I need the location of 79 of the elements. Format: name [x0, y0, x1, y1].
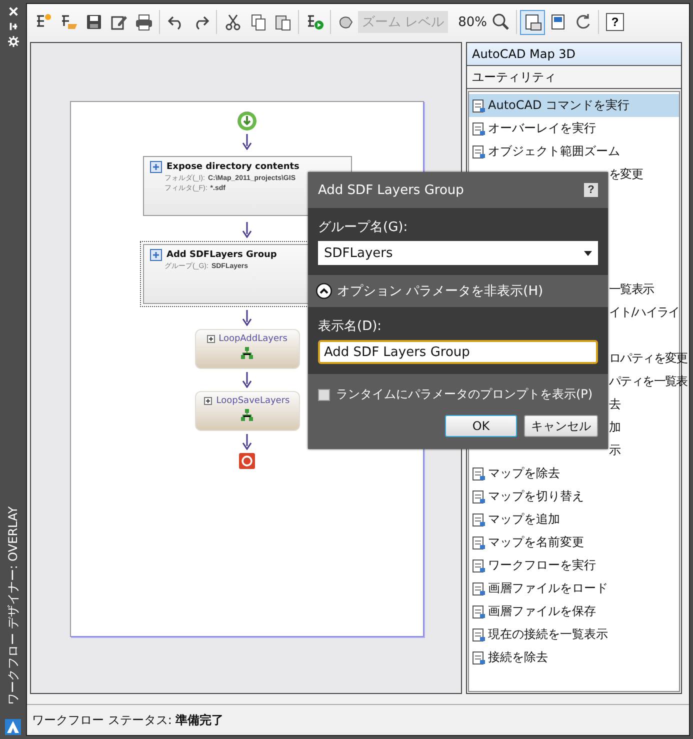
- activity-item[interactable]: 画層ファイルを保存: [469, 600, 679, 623]
- pin-icon[interactable]: [8, 21, 18, 32]
- activity-item[interactable]: マップを除去: [469, 462, 679, 485]
- activity-item[interactable]: オーバーレイを実行: [469, 117, 679, 140]
- document-icon: [472, 144, 486, 158]
- category-header[interactable]: ユーティリティ: [467, 66, 681, 89]
- loop-title: LoopSaveLayers: [216, 396, 290, 406]
- status-text: ワークフロー ステータス: 準備完了: [32, 712, 224, 728]
- open-icon: [60, 13, 78, 31]
- activity-item[interactable]: 画層ファイルをロード: [469, 577, 679, 600]
- settings-icon[interactable]: [8, 36, 18, 47]
- flow-arrow: [242, 372, 252, 388]
- chevron-icon: [316, 283, 332, 299]
- document-icon: [472, 604, 486, 618]
- activity-item[interactable]: 接続を除去: [469, 646, 679, 669]
- activity-item[interactable]: マップを追加: [469, 508, 679, 531]
- activity-item[interactable]: 現在の接続を一覧表示: [469, 623, 679, 646]
- refresh-icon: [574, 13, 592, 31]
- help-button[interactable]: ?: [606, 13, 624, 31]
- document-icon: [472, 466, 486, 480]
- activity-title: Expose directory contents: [166, 162, 300, 172]
- expand-icon[interactable]: [204, 397, 212, 405]
- activity-title: Add SDFLayers Group: [166, 250, 277, 260]
- ok-button[interactable]: OK: [445, 415, 517, 437]
- group-dropdown[interactable]: SDFLayers: [318, 241, 598, 265]
- close-icon[interactable]: [8, 6, 18, 17]
- prompt-checkbox[interactable]: [318, 388, 330, 400]
- activity-icon: [150, 249, 162, 261]
- zoom-value: 80%: [458, 14, 488, 30]
- panel-icon: [548, 13, 567, 31]
- document-icon: [472, 536, 486, 550]
- document-icon: [472, 582, 486, 596]
- start-node-icon[interactable]: [237, 111, 257, 131]
- display-name-field[interactable]: Add SDF Layers Group: [318, 340, 598, 364]
- document-icon: [472, 98, 486, 112]
- zoom-icon[interactable]: [492, 13, 510, 31]
- canvas-icon: [524, 13, 542, 31]
- canvas-view-button[interactable]: [520, 10, 546, 34]
- caret-icon: [584, 250, 592, 256]
- options-toggle[interactable]: オプション パラメータを非表示(H): [308, 275, 608, 307]
- checkbox-label: ランタイムにパラメータのプロンプトを表示(P): [336, 386, 593, 403]
- print-icon: [134, 13, 152, 31]
- flow-arrow: [242, 222, 252, 238]
- paste-icon: [274, 13, 292, 31]
- panel-title: ワークフロー デザイナー: OVERLAY: [5, 506, 21, 705]
- document-icon: [472, 122, 486, 136]
- category-header[interactable]: AutoCAD Map 3D: [467, 43, 681, 66]
- flow-arrow: [242, 434, 252, 450]
- loop-node[interactable]: LoopSaveLayers: [194, 391, 300, 431]
- field-label: グループ名(G):: [318, 219, 409, 236]
- activity-item[interactable]: ワークフローを実行: [469, 554, 679, 577]
- activity-item[interactable]: マップを名前変更: [469, 531, 679, 554]
- loop-title: LoopAddLayers: [218, 334, 288, 344]
- activity-item[interactable]: マップを切り替え: [469, 485, 679, 508]
- help-button[interactable]: ?: [584, 183, 598, 197]
- document-icon: [472, 558, 486, 572]
- document-icon: [472, 490, 486, 504]
- hierarchy-icon: [241, 409, 253, 421]
- save-icon: [84, 13, 102, 31]
- cancel-button[interactable]: キャンセル: [524, 415, 598, 437]
- activity-item[interactable]: オブジェクト範囲ズーム: [469, 140, 679, 163]
- copy-icon: [248, 13, 266, 31]
- activity-item[interactable]: AutoCAD コマンドを実行: [469, 94, 679, 117]
- document-icon: [472, 512, 486, 526]
- triangle-icon: [5, 719, 21, 735]
- expand-icon[interactable]: [206, 335, 215, 343]
- end-node-icon[interactable]: [239, 453, 255, 469]
- document-icon: [472, 650, 486, 664]
- run-icon: [306, 13, 324, 31]
- hierarchy-icon: [241, 347, 253, 359]
- activity-icon: [150, 161, 162, 173]
- flow-arrow: [242, 134, 252, 150]
- field-label: 表示名(D):: [318, 318, 383, 335]
- flow-arrow: [242, 310, 252, 326]
- loop-node[interactable]: LoopAddLayers: [194, 329, 300, 369]
- cut-icon: [224, 13, 242, 31]
- edit-icon: [110, 13, 128, 31]
- document-icon: [472, 628, 486, 642]
- zoom-level-label: ズーム レベル: [358, 11, 448, 33]
